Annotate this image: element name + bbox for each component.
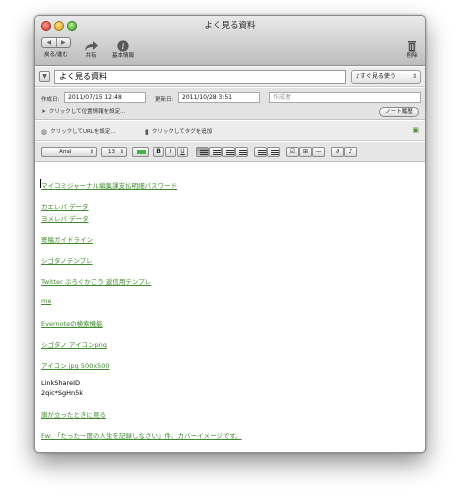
note-link[interactable]: カエレバ データ — [41, 201, 89, 211]
table-button[interactable]: ⊞ — [299, 147, 312, 157]
justify-button[interactable] — [235, 147, 248, 157]
location-arrow-icon: ➤ — [41, 108, 47, 115]
microphone-icon: ♪ — [348, 148, 353, 155]
horizontal-rule-button[interactable]: — — [312, 147, 325, 157]
info-glyph: i — [122, 42, 125, 51]
note-window: よく見る資料 ◀ ▶ 戻る/進む 共有 i 基本情報 削除 ▼ よく見る資料 ♪… — [34, 15, 426, 453]
note-text-line: LinkShareID — [41, 379, 80, 387]
trash-icon — [404, 37, 420, 52]
created-date-field[interactable]: 2011/07/15 12:48 — [64, 92, 146, 103]
delete-button[interactable]: 削除 — [403, 37, 421, 59]
tag-icon: ▮ — [145, 128, 149, 136]
globe-icon: ◍ — [41, 128, 48, 136]
url-text: クリックしてURLを設定... — [50, 129, 116, 135]
numbered-list-icon — [271, 150, 279, 155]
numbered-list-button[interactable] — [267, 147, 280, 157]
font-select[interactable]: Arial ⇕ — [41, 147, 97, 157]
window-title: よく見る資料 — [204, 21, 256, 31]
bullet-list-button[interactable] — [254, 147, 267, 157]
align-center-icon — [213, 150, 221, 155]
updated-date-field[interactable]: 2011/10/28 3:51 — [178, 92, 260, 103]
align-center-button[interactable] — [209, 147, 222, 157]
note-link[interactable]: マイコミジャーナル編集課支払明細パスワード — [41, 180, 177, 190]
notebook-select[interactable]: ♪すぐ見る使う ⇕ — [351, 70, 421, 84]
note-link[interactable]: アイコン jpg 500x500 — [41, 360, 110, 370]
back-button[interactable]: ◀ — [42, 38, 56, 47]
font-select-value: Arial — [59, 149, 72, 155]
align-right-button[interactable] — [222, 147, 235, 157]
speech-bubble-icon[interactable]: ▣ — [412, 126, 419, 134]
note-link[interactable]: 寄稿ガイドライン — [41, 234, 93, 244]
location-text: クリックして位置情報を設定... — [48, 109, 126, 115]
align-left-icon — [200, 150, 208, 155]
attach-button[interactable]: ∂ — [331, 147, 344, 157]
checkbox-icon: ☑ — [289, 148, 296, 155]
font-size-select[interactable]: 13 ⇕ — [101, 147, 127, 157]
horizontal-rule-icon: — — [315, 148, 322, 155]
updown-arrows-icon: ⇕ — [411, 73, 417, 80]
checkbox-button[interactable]: ☑ — [286, 147, 299, 157]
share-label: 共有 — [85, 53, 97, 59]
align-left-button[interactable] — [196, 147, 209, 157]
url-setter[interactable]: ◍ クリックしてURLを設定... — [41, 127, 116, 136]
author-field[interactable]: 作成者 — [269, 92, 421, 103]
back-forward-control: ◀ ▶ — [41, 37, 71, 48]
justify-icon — [239, 150, 247, 155]
bold-button[interactable]: B — [153, 147, 164, 157]
info-button[interactable]: i 基本情報 — [111, 37, 135, 59]
window-toolbar: よく見る資料 ◀ ▶ 戻る/進む 共有 i 基本情報 削除 — [35, 16, 425, 66]
forward-button[interactable]: ▶ — [55, 38, 71, 47]
note-link[interactable]: シゴタノ アイコンpng — [41, 339, 107, 349]
info-icon: i — [115, 37, 131, 52]
attributes-row: ◍ クリックしてURLを設定... ▮ クリックしてタグを追加 ▣ — [35, 121, 425, 141]
bullet-list-icon — [258, 150, 266, 155]
align-right-icon — [226, 150, 234, 155]
note-link[interactable]: 旗が立ったときに見る — [41, 409, 106, 419]
table-icon: ⊞ — [302, 148, 309, 155]
chevron-down-icon[interactable]: ▼ — [39, 71, 50, 82]
format-toolbar: Arial ⇕ 13 ⇕ B I U ☑ ⊞ — ∂ ♪ — [35, 142, 425, 162]
notebook-select-value: ♪すぐ見る使う — [356, 73, 396, 80]
back-forward-group: ◀ ▶ 戻る/進む — [39, 37, 73, 58]
italic-button[interactable]: I — [165, 147, 176, 157]
size-updown-icon: ⇕ — [119, 149, 124, 155]
updated-label: 更新日: — [155, 97, 174, 103]
note-history-button[interactable]: ノート履歴 — [379, 107, 419, 117]
note-link[interactable]: スクショの撮り方 — [41, 451, 93, 452]
text-color-button[interactable] — [132, 147, 149, 157]
font-size-value: 13 — [108, 149, 115, 155]
underline-button[interactable]: U — [177, 147, 188, 157]
note-link[interactable]: Evernoteの検索機能 — [41, 318, 103, 328]
note-link[interactable]: Fw: 「たった一度の人生を記録しなさい」件、カバーイメージです。 — [41, 430, 242, 440]
color-swatch-icon — [137, 150, 146, 154]
note-title-input[interactable]: よく見る資料 — [54, 70, 346, 84]
created-label: 作成日: — [41, 97, 60, 103]
back-forward-label: 戻る/進む — [44, 52, 68, 58]
note-title-row: ▼ よく見る資料 ♪すぐ見る使う ⇕ — [35, 67, 425, 87]
delete-label: 削除 — [406, 53, 418, 59]
share-button[interactable]: 共有 — [81, 37, 101, 59]
note-editor[interactable]: マイコミジャーナル編集課支払明細パスワード カエレバ データ ヨメレバ データ 寄稿ガ… — [35, 163, 425, 452]
tag-text: クリックしてタグを追加 — [151, 129, 213, 135]
note-metadata: 作成日: 2011/07/15 12:48 更新日: 2011/10/28 3:… — [35, 88, 425, 120]
note-text-line: 2qic*SgHn5k — [41, 389, 84, 397]
record-audio-button[interactable]: ♪ — [344, 147, 357, 157]
font-updown-icon: ⇕ — [89, 149, 94, 155]
note-link[interactable]: me — [41, 297, 51, 305]
tag-setter[interactable]: ▮ クリックしてタグを追加 — [145, 127, 212, 136]
note-link[interactable]: Twitter ぷろぐかこう 返信用テンプレ — [41, 276, 151, 286]
info-label: 基本情報 — [111, 53, 134, 59]
note-link[interactable]: シゴタノテンプレ — [41, 255, 93, 265]
location-setter[interactable]: ➤ クリックして位置情報を設定... — [41, 107, 125, 115]
share-arrow-icon — [83, 37, 99, 51]
note-link[interactable]: ヨメレバ データ — [41, 213, 89, 223]
paperclip-icon: ∂ — [335, 148, 340, 155]
